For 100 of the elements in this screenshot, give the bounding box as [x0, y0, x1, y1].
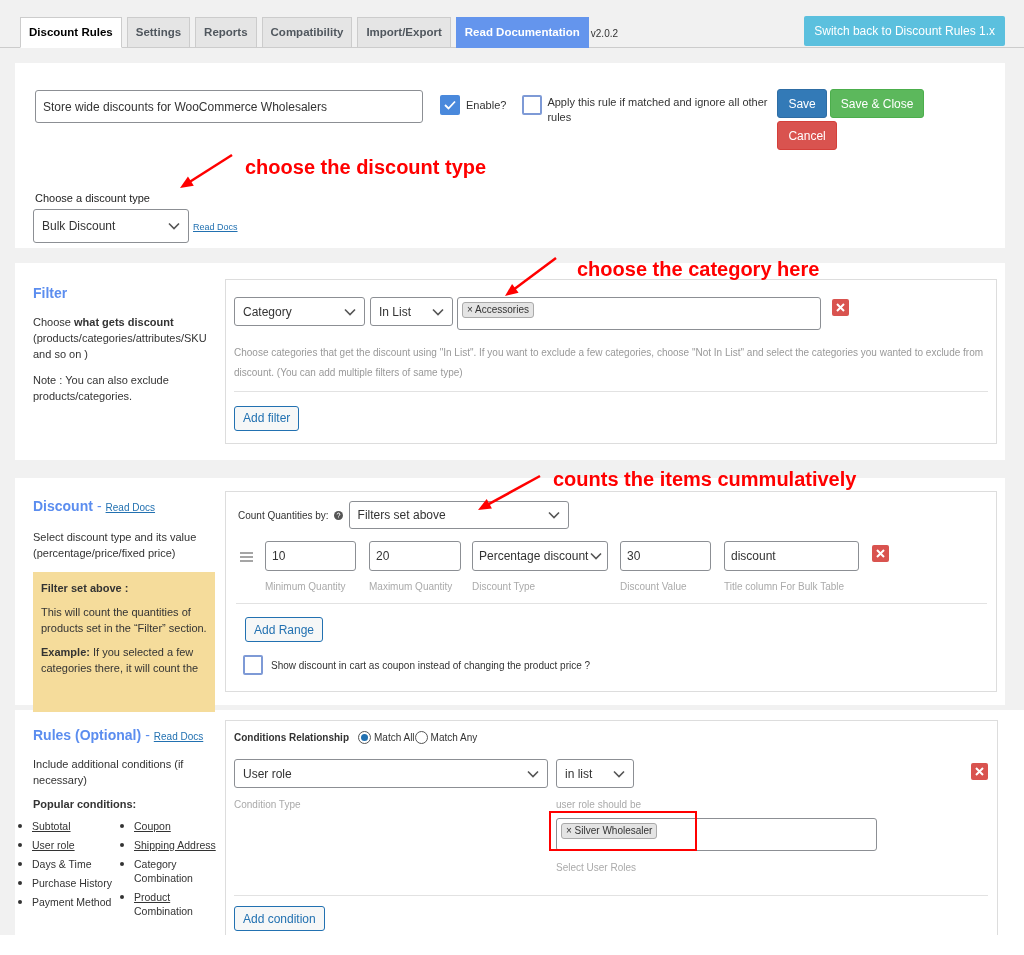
bullet-icon	[120, 894, 124, 899]
read-docs-link[interactable]: Read Docs	[193, 221, 238, 235]
bullet-icon	[18, 842, 22, 847]
number-input[interactable]: 30	[620, 541, 711, 571]
checkbox[interactable]	[522, 95, 543, 115]
count-quantities-select[interactable]: Filters set above	[348, 501, 569, 529]
annotation-text: choose the category here	[577, 257, 820, 281]
operator-select[interactable]: in list	[556, 759, 634, 788]
version-label: v2.0.2	[590, 27, 619, 41]
bullet-icon	[18, 899, 22, 904]
bullet-icon	[120, 861, 124, 866]
bullet-icon	[18, 880, 22, 885]
add-button[interactable]: Add condition	[234, 906, 325, 931]
annotation-text: counts the items cummulatively	[553, 467, 857, 491]
discount-type-select[interactable]: Percentage discount	[472, 541, 608, 571]
number-input[interactable]: 20	[369, 541, 461, 571]
field-caption: Select User Roles	[556, 861, 638, 875]
checkbox-label: Enable?	[466, 97, 507, 113]
selected-tag[interactable]: × Accessories	[462, 302, 534, 318]
chevron-down-icon	[168, 221, 180, 230]
info-text: This will count the quantities of products set in the “Filter” section.	[41, 605, 207, 636]
checkbox-label: Apply this rule if matched and ignore all other rules	[547, 95, 769, 125]
condition-text: Payment Method	[32, 894, 112, 909]
checkbox[interactable]	[440, 95, 460, 115]
delete-button[interactable]	[832, 299, 849, 316]
chevron-down-icon	[527, 769, 539, 778]
chevron-down-icon	[547, 511, 560, 519]
read-docs-link[interactable]: Read Docs	[105, 500, 156, 515]
field-label: Conditions Relationship	[234, 731, 349, 745]
section-description: Select discount type and its value (percentage/price/fixed price)	[33, 530, 198, 561]
condition-link[interactable]: Product	[134, 889, 193, 904]
radio-button[interactable]	[414, 731, 428, 744]
field-caption: Minimum Quantity	[265, 580, 347, 594]
action-button[interactable]: Cancel	[777, 121, 837, 150]
annotation-text: choose the discount type	[245, 155, 487, 179]
chevron-down-icon	[613, 769, 625, 778]
condition-link[interactable]: Subtotal	[32, 818, 71, 833]
chevron-down-icon	[432, 307, 444, 316]
checkmark-icon	[444, 100, 456, 110]
field-caption: Title column For Bulk Table	[724, 580, 846, 594]
info-text: Example: If you selected a few categories there, it will count the	[41, 645, 200, 676]
selected-tag[interactable]: × Silver Wholesaler	[561, 823, 658, 839]
section-title: Filter	[33, 284, 69, 303]
bullet-icon	[18, 861, 22, 866]
discount-type-select[interactable]: Bulk Discount	[33, 208, 189, 243]
drag-handle-icon[interactable]	[240, 552, 253, 562]
section-subtitle: Popular conditions:	[33, 797, 138, 812]
radio-label: Match All	[374, 731, 415, 745]
annotation-arrow	[478, 474, 541, 510]
bullet-icon	[120, 842, 124, 847]
checkbox-label: Show discount in cart as coupon instead of changing the product price ?	[271, 658, 591, 673]
tab[interactable]: Compatibility	[261, 17, 353, 48]
condition-link[interactable]: Coupon	[134, 818, 171, 833]
filter-type-select[interactable]: Category	[234, 297, 365, 326]
operator-select[interactable]: In List	[370, 297, 453, 326]
bullet-icon	[18, 823, 22, 828]
text-input[interactable]: discount	[724, 541, 859, 571]
field-caption: Maximum Quantity	[369, 580, 454, 594]
separator-dash: -	[145, 726, 150, 745]
read-docs-link[interactable]: Read Docs	[153, 729, 204, 744]
checkbox[interactable]	[243, 655, 263, 675]
section-description: Include additional conditions (if necessary)	[33, 757, 185, 788]
condition-text: Combination	[134, 903, 193, 918]
condition-type-select[interactable]: User role	[234, 759, 548, 788]
tag-field[interactable]: × Accessories	[457, 297, 821, 330]
condition-text: Purchase History	[32, 875, 112, 890]
condition-link[interactable]: Shipping Address	[134, 837, 216, 852]
field-caption: Discount Type	[472, 580, 537, 594]
add-button[interactable]: Add Range	[245, 617, 324, 642]
separator-dash: -	[96, 497, 102, 516]
tab[interactable]: Settings	[126, 17, 191, 48]
tab[interactable]: Import/Export	[357, 17, 451, 48]
chevron-down-icon	[590, 552, 603, 560]
delete-button[interactable]	[971, 763, 988, 780]
add-button[interactable]: Add filter	[234, 405, 300, 431]
section-note: Note : You can also exclude products/categories.	[33, 373, 170, 404]
radio-label: Match Any	[430, 731, 478, 745]
annotation-arrow	[180, 153, 233, 188]
number-input[interactable]: 10	[265, 541, 356, 571]
section-description: Choose what gets discount (products/categories/attributes/SKU and so on )	[33, 315, 208, 362]
field-caption: Discount Value	[620, 580, 688, 594]
info-text: Filter set above :	[41, 581, 130, 596]
radio-button[interactable]	[358, 731, 371, 744]
tab[interactable]: Discount Rules	[20, 17, 122, 48]
help-text: Choose categories that get the discount using "In List". If you want to exclude a few categories, choose "Not In List" and select the categories you wanted to exclude from discount. (You can add multiple filters of same type)	[234, 346, 985, 380]
tag-field[interactable]: × Silver Wholesaler	[556, 818, 877, 851]
section-title: Discount	[33, 497, 93, 516]
close-icon	[876, 549, 885, 558]
annotation-arrow	[505, 257, 557, 296]
delete-button[interactable]	[872, 545, 889, 562]
condition-link[interactable]: User role	[32, 837, 75, 852]
close-icon	[836, 303, 845, 312]
condition-text: Category Combination	[134, 856, 194, 885]
help-icon[interactable]	[333, 510, 343, 520]
title-input[interactable]: Store wide discounts for WooCommerce Wholesalers	[35, 90, 423, 123]
field-label: Count Quantities by:	[238, 508, 329, 523]
action-button[interactable]: Save	[777, 89, 827, 118]
field-caption: Condition Type	[234, 798, 302, 812]
tab[interactable]: Reports	[195, 17, 257, 48]
close-icon	[975, 767, 984, 776]
